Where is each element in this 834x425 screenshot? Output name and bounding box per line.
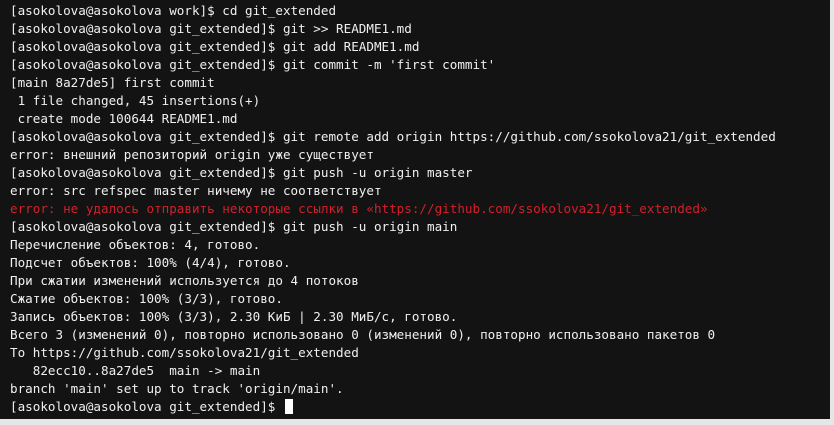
output-line: [asokolova@asokolova git_extended]$ git … [10, 57, 496, 72]
output-line: error: src refspec master ничему не соот… [10, 183, 382, 198]
output-line: Запись объектов: 100% (3/3), 2.30 КиБ | … [10, 309, 458, 324]
output-line: [asokolova@asokolova git_extended]$ git … [10, 129, 776, 144]
text-cursor [284, 399, 293, 414]
output-line: [asokolova@asokolova git_extended]$ git … [10, 39, 420, 54]
terminal-window[interactable]: [asokolova@asokolova work]$ cd git_exten… [0, 0, 830, 419]
output-line: 1 file changed, 45 insertions(+) [10, 93, 261, 108]
prompt-line[interactable]: [asokolova@asokolova git_extended]$ [10, 398, 830, 416]
output-line: create mode 100644 README1.md [10, 111, 238, 126]
error-line: error: не удалось отправить некоторые сс… [10, 201, 708, 216]
terminal-output: [asokolova@asokolova work]$ cd git_exten… [10, 2, 830, 398]
output-line: Сжатие объектов: 100% (3/3), готово. [10, 291, 283, 306]
shell-prompt: [asokolova@asokolova git_extended]$ [10, 399, 283, 414]
output-line: При сжатии изменений используется до 4 п… [10, 273, 359, 288]
output-line: [asokolova@asokolova git_extended]$ git … [10, 219, 458, 234]
output-line: 82ecc10..8a27de5 main -> main [10, 363, 261, 378]
output-line: Перечисление объектов: 4, готово. [10, 237, 261, 252]
output-line: [asokolova@asokolova git_extended]$ git … [10, 21, 412, 36]
output-line: Всего 3 (изменений 0), повторно использо… [10, 327, 716, 342]
output-line: branch 'main' set up to track 'origin/ma… [10, 381, 344, 396]
output-line: [asokolova@asokolova work]$ cd git_exten… [10, 3, 337, 18]
output-line: To https://github.com/ssokolova21/git_ex… [10, 345, 359, 360]
output-line: [main 8a27de5] first commit [10, 75, 215, 90]
output-line: error: внешний репозиторий origin уже су… [10, 147, 374, 162]
output-line: Подсчет объектов: 100% (4/4), готово. [10, 255, 291, 270]
output-line: [asokolova@asokolova git_extended]$ git … [10, 165, 473, 180]
